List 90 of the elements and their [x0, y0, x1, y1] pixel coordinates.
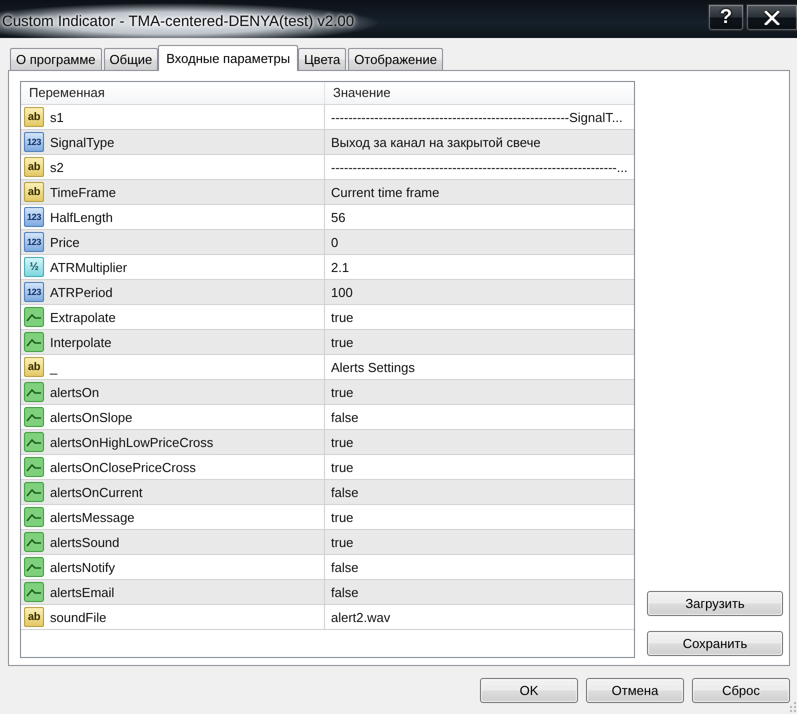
- parameter-row[interactable]: Extrapolate true: [21, 305, 634, 330]
- parameter-name: alertsSound: [50, 534, 120, 550]
- parameter-name: alertsOnHighLowPriceCross: [50, 434, 214, 450]
- parameter-row[interactable]: ab _ Alerts Settings: [21, 355, 634, 380]
- parameter-row[interactable]: 123 HalfLength 56: [21, 205, 634, 230]
- parameter-row[interactable]: ab s2 ------------------------------------------------------------------...: [21, 155, 634, 180]
- parameter-name: soundFile: [50, 610, 106, 624]
- tab[interactable]: О программе: [10, 48, 102, 70]
- parameter-row[interactable]: ab s1 -------------------------------------------------------SignalT...: [21, 105, 634, 130]
- dialog-button[interactable]: OK: [480, 678, 578, 703]
- parameter-value[interactable]: -------------------------------------------------------SignalT...: [331, 110, 623, 124]
- text-type-badge: ab: [24, 607, 44, 627]
- tab[interactable]: Отображение: [348, 48, 443, 70]
- parameter-value[interactable]: false: [331, 484, 358, 500]
- parameter-value[interactable]: Current time frame: [331, 184, 440, 200]
- integer-type-badge: 123: [24, 132, 44, 152]
- parameter-row[interactable]: alertsNotify false: [21, 555, 634, 580]
- parameter-value[interactable]: true: [331, 534, 354, 550]
- dialog-button[interactable]: Отмена: [586, 678, 684, 703]
- parameter-value[interactable]: true: [331, 434, 354, 450]
- parameter-value[interactable]: true: [331, 384, 354, 400]
- close-button[interactable]: [746, 4, 797, 31]
- text-type-badge: ab: [24, 357, 44, 377]
- parameter-row[interactable]: 123 Price 0: [21, 230, 634, 255]
- parameter-name: ATRPeriod: [50, 284, 113, 300]
- parameter-row[interactable]: 123 ATRPeriod 100: [21, 280, 634, 305]
- close-icon: [764, 10, 780, 24]
- tab[interactable]: Входные параметры: [158, 45, 298, 71]
- parameter-value[interactable]: true: [331, 334, 354, 350]
- parameter-row[interactable]: 123 SignalType Выход за канал на закрытой свече: [21, 130, 634, 155]
- help-button[interactable]: ?: [708, 4, 744, 31]
- side-button[interactable]: Сохранить: [647, 631, 783, 656]
- decimal-type-badge: ½: [24, 257, 44, 277]
- parameter-value[interactable]: true: [331, 510, 354, 524]
- parameter-value[interactable]: false: [331, 410, 358, 424]
- parameter-name: SignalType: [50, 134, 114, 150]
- column-header[interactable]: Переменная: [21, 82, 325, 104]
- parameter-value[interactable]: Выход за канал на закрытой свече: [331, 134, 541, 150]
- parameter-value[interactable]: ------------------------------------------------------------------...: [331, 160, 628, 174]
- side-button[interactable]: Загрузить: [647, 591, 783, 616]
- tab[interactable]: Общие: [104, 48, 158, 70]
- parameter-value[interactable]: Alerts Settings: [331, 360, 415, 374]
- parameter-name: s2: [50, 160, 64, 174]
- window-title: Custom Indicator - TMA-centered-DENYA(test) v2.00: [2, 13, 354, 30]
- integer-type-badge: 123: [24, 282, 44, 302]
- parameter-value[interactable]: false: [331, 584, 358, 600]
- parameter-name: TimeFrame: [50, 184, 116, 200]
- text-type-badge: ab: [24, 157, 44, 177]
- parameter-value[interactable]: 0: [331, 234, 338, 250]
- parameter-name: alertsMessage: [50, 510, 135, 524]
- integer-type-badge: 123: [24, 232, 44, 252]
- parameter-value[interactable]: 56: [331, 210, 346, 224]
- parameter-name: alertsOn: [50, 384, 100, 400]
- text-type-badge: ab: [24, 107, 44, 127]
- parameter-value[interactable]: false: [331, 560, 358, 574]
- tab[interactable]: Цвета: [298, 48, 346, 70]
- parameter-name: alertsOnClosePriceCross: [50, 460, 196, 474]
- parameter-name: s1: [50, 110, 64, 124]
- parameter-row[interactable]: ab soundFile alert2.wav: [21, 605, 634, 630]
- resize-grip-icon: [790, 702, 796, 712]
- parameter-row[interactable]: alertsSound true: [21, 530, 634, 555]
- parameter-row[interactable]: ½ ATRMultiplier 2.1: [21, 255, 634, 280]
- parameter-name: Price: [50, 234, 80, 250]
- parameter-name: alertsOnCurrent: [50, 484, 142, 500]
- parameter-row[interactable]: ab TimeFrame Current time frame: [21, 180, 634, 205]
- parameter-row[interactable]: alertsMessage true: [21, 505, 634, 530]
- parameter-row[interactable]: alertsOnClosePriceCross true: [21, 455, 634, 480]
- parameter-name: alertsNotify: [50, 560, 116, 574]
- parameter-name: ATRMultiplier: [50, 260, 128, 274]
- parameter-row[interactable]: alertsOnSlope false: [21, 405, 634, 430]
- parameter-row[interactable]: alertsOnCurrent false: [21, 480, 634, 505]
- parameter-name: Extrapolate: [50, 310, 116, 324]
- column-header[interactable]: Значение: [325, 82, 634, 104]
- parameter-value[interactable]: true: [331, 310, 354, 324]
- parameter-row[interactable]: alertsOn true: [21, 380, 634, 405]
- parameter-name: Interpolate: [50, 334, 112, 350]
- parameter-name: alertsOnSlope: [50, 410, 132, 424]
- parameter-value[interactable]: alert2.wav: [331, 610, 390, 624]
- parameter-name: alertsEmail: [50, 584, 114, 600]
- parameter-value[interactable]: true: [331, 460, 354, 474]
- parameter-value[interactable]: 2.1: [331, 260, 350, 274]
- integer-type-badge: 123: [24, 207, 44, 227]
- dialog-button[interactable]: Сброс: [692, 678, 790, 703]
- parameter-row[interactable]: alertsOnHighLowPriceCross true: [21, 430, 634, 455]
- parameter-row[interactable]: Interpolate true: [21, 330, 634, 355]
- parameter-name: _: [50, 360, 58, 374]
- parameter-value[interactable]: 100: [331, 284, 353, 300]
- text-type-badge: ab: [24, 182, 44, 202]
- parameter-row[interactable]: alertsEmail false: [21, 580, 634, 605]
- parameter-name: HalfLength: [50, 210, 113, 224]
